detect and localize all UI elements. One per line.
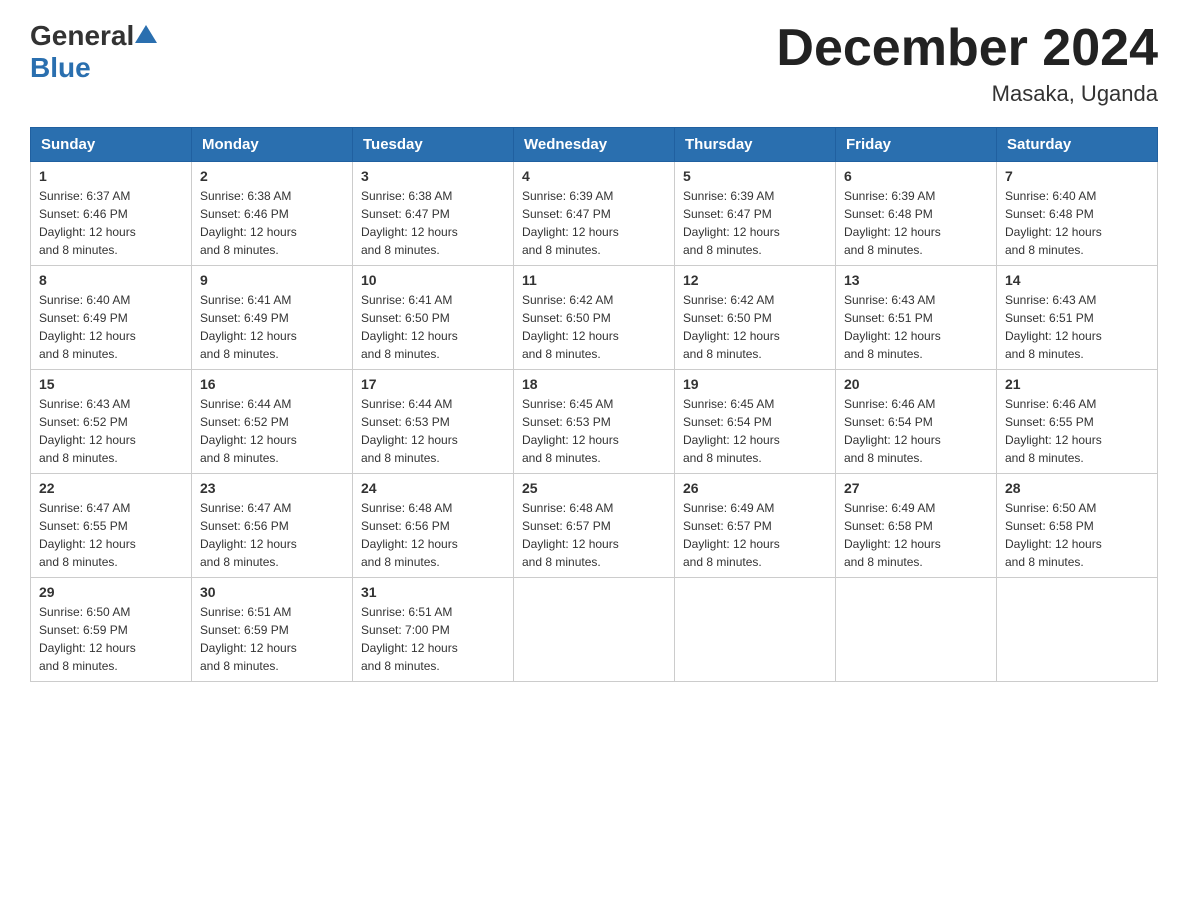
day-cell-28: 28 Sunrise: 6:50 AMSunset: 6:58 PMDaylig… [997, 474, 1158, 578]
day-cell-12: 12 Sunrise: 6:42 AMSunset: 6:50 PMDaylig… [675, 266, 836, 370]
table-row: 29 Sunrise: 6:50 AMSunset: 6:59 PMDaylig… [31, 578, 1158, 682]
col-friday: Friday [836, 128, 997, 162]
day-cell-29: 29 Sunrise: 6:50 AMSunset: 6:59 PMDaylig… [31, 578, 192, 682]
calendar-subtitle: Masaka, Uganda [776, 81, 1158, 107]
col-saturday: Saturday [997, 128, 1158, 162]
calendar-header-row: Sunday Monday Tuesday Wednesday Thursday… [31, 128, 1158, 162]
logo-general-text: General [30, 20, 134, 52]
day-cell-20: 20 Sunrise: 6:46 AMSunset: 6:54 PMDaylig… [836, 370, 997, 474]
day-cell-11: 11 Sunrise: 6:42 AMSunset: 6:50 PMDaylig… [514, 266, 675, 370]
day-cell-24: 24 Sunrise: 6:48 AMSunset: 6:56 PMDaylig… [353, 474, 514, 578]
day-cell-27: 27 Sunrise: 6:49 AMSunset: 6:58 PMDaylig… [836, 474, 997, 578]
day-cell-22: 22 Sunrise: 6:47 AMSunset: 6:55 PMDaylig… [31, 474, 192, 578]
empty-cell [836, 578, 997, 682]
day-cell-19: 19 Sunrise: 6:45 AMSunset: 6:54 PMDaylig… [675, 370, 836, 474]
day-cell-6: 6 Sunrise: 6:39 AMSunset: 6:48 PMDayligh… [836, 162, 997, 266]
day-cell-14: 14 Sunrise: 6:43 AMSunset: 6:51 PMDaylig… [997, 266, 1158, 370]
day-cell-26: 26 Sunrise: 6:49 AMSunset: 6:57 PMDaylig… [675, 474, 836, 578]
page-header: General Blue December 2024 Masaka, Ugand… [30, 20, 1158, 107]
col-tuesday: Tuesday [353, 128, 514, 162]
col-monday: Monday [192, 128, 353, 162]
day-cell-9: 9 Sunrise: 6:41 AMSunset: 6:49 PMDayligh… [192, 266, 353, 370]
calendar-table: Sunday Monday Tuesday Wednesday Thursday… [30, 127, 1158, 682]
empty-cell [997, 578, 1158, 682]
table-row: 15 Sunrise: 6:43 AMSunset: 6:52 PMDaylig… [31, 370, 1158, 474]
table-row: 22 Sunrise: 6:47 AMSunset: 6:55 PMDaylig… [31, 474, 1158, 578]
day-cell-8: 8 Sunrise: 6:40 AMSunset: 6:49 PMDayligh… [31, 266, 192, 370]
day-cell-31: 31 Sunrise: 6:51 AMSunset: 7:00 PMDaylig… [353, 578, 514, 682]
day-cell-3: 3 Sunrise: 6:38 AMSunset: 6:47 PMDayligh… [353, 162, 514, 266]
empty-cell [675, 578, 836, 682]
table-row: 8 Sunrise: 6:40 AMSunset: 6:49 PMDayligh… [31, 266, 1158, 370]
calendar-title: December 2024 [776, 20, 1158, 77]
calendar-title-block: December 2024 Masaka, Uganda [776, 20, 1158, 107]
logo: General Blue [30, 20, 158, 84]
empty-cell [514, 578, 675, 682]
day-cell-13: 13 Sunrise: 6:43 AMSunset: 6:51 PMDaylig… [836, 266, 997, 370]
day-cell-17: 17 Sunrise: 6:44 AMSunset: 6:53 PMDaylig… [353, 370, 514, 474]
col-sunday: Sunday [31, 128, 192, 162]
day-cell-16: 16 Sunrise: 6:44 AMSunset: 6:52 PMDaylig… [192, 370, 353, 474]
logo-triangle-icon [135, 23, 157, 45]
day-cell-25: 25 Sunrise: 6:48 AMSunset: 6:57 PMDaylig… [514, 474, 675, 578]
day-cell-15: 15 Sunrise: 6:43 AMSunset: 6:52 PMDaylig… [31, 370, 192, 474]
logo-blue-text: Blue [30, 52, 91, 83]
col-thursday: Thursday [675, 128, 836, 162]
day-cell-7: 7 Sunrise: 6:40 AMSunset: 6:48 PMDayligh… [997, 162, 1158, 266]
col-wednesday: Wednesday [514, 128, 675, 162]
day-cell-2: 2 Sunrise: 6:38 AMSunset: 6:46 PMDayligh… [192, 162, 353, 266]
day-cell-30: 30 Sunrise: 6:51 AMSunset: 6:59 PMDaylig… [192, 578, 353, 682]
day-cell-4: 4 Sunrise: 6:39 AMSunset: 6:47 PMDayligh… [514, 162, 675, 266]
day-cell-5: 5 Sunrise: 6:39 AMSunset: 6:47 PMDayligh… [675, 162, 836, 266]
day-cell-10: 10 Sunrise: 6:41 AMSunset: 6:50 PMDaylig… [353, 266, 514, 370]
day-cell-23: 23 Sunrise: 6:47 AMSunset: 6:56 PMDaylig… [192, 474, 353, 578]
day-cell-1: 1 Sunrise: 6:37 AMSunset: 6:46 PMDayligh… [31, 162, 192, 266]
table-row: 1 Sunrise: 6:37 AMSunset: 6:46 PMDayligh… [31, 162, 1158, 266]
day-cell-18: 18 Sunrise: 6:45 AMSunset: 6:53 PMDaylig… [514, 370, 675, 474]
day-cell-21: 21 Sunrise: 6:46 AMSunset: 6:55 PMDaylig… [997, 370, 1158, 474]
